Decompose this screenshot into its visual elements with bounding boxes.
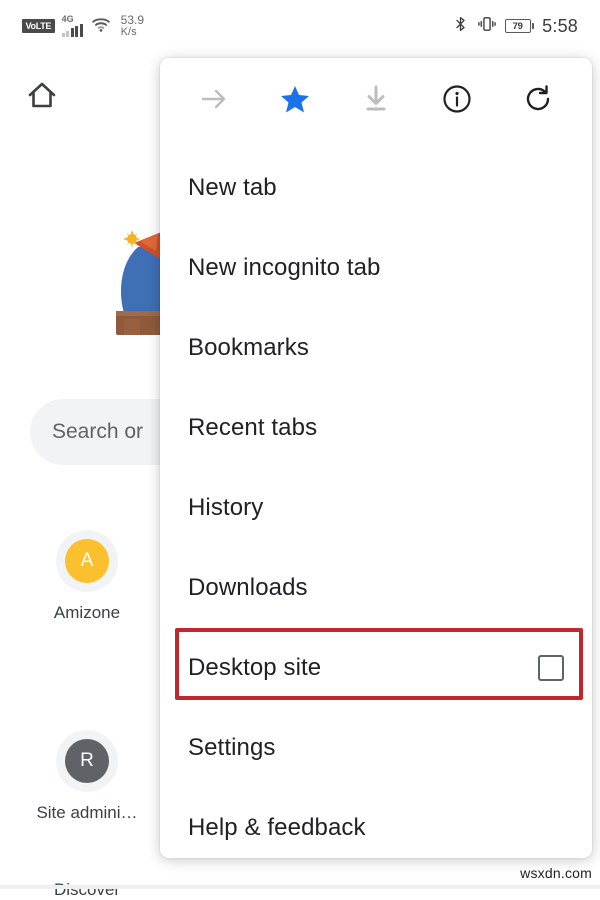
shortcut-amizone[interactable]: A Amizone	[27, 530, 147, 623]
menu-item-new-incognito-tab[interactable]: New incognito tab	[160, 228, 592, 308]
network-generation-label: 4G	[61, 14, 74, 24]
status-bar: VoLTE 4G 53.9 K/s 79 5:58	[0, 0, 600, 52]
clock: 5:58	[542, 15, 578, 36]
volte-icon: VoLTE	[22, 19, 55, 33]
menu-item-downloads[interactable]: Downloads	[160, 548, 592, 628]
signal-bar-group	[61, 24, 83, 37]
shortcut-tile: A	[56, 530, 118, 592]
menu-item-label: Settings	[188, 734, 276, 761]
desktop-site-checkbox[interactable]	[538, 655, 564, 681]
menu-item-bookmarks[interactable]: Bookmarks	[160, 308, 592, 388]
bluetooth-icon	[452, 13, 469, 40]
menu-item-label: Recent tabs	[188, 414, 318, 441]
forward-arrow-icon[interactable]	[188, 73, 240, 125]
status-bar-right: 79 5:58	[452, 13, 578, 40]
info-circle-icon[interactable]	[431, 73, 483, 125]
wifi-icon	[90, 13, 112, 40]
menu-item-label: History	[188, 494, 264, 521]
discover-heading: Discover	[53, 880, 121, 899]
star-icon[interactable]	[269, 73, 321, 125]
menu-item-label: Desktop site	[188, 654, 322, 681]
watermark: wsxdn.com	[520, 865, 592, 881]
network-speed-indicator: 53.9 K/s	[121, 14, 144, 38]
menu-item-help-and-feedback[interactable]: Help & feedback	[160, 788, 592, 858]
menu-item-label: Bookmarks	[188, 334, 309, 361]
menu-item-history[interactable]: History	[160, 468, 592, 548]
avatar: A	[65, 539, 109, 583]
menu-item-label: Downloads	[188, 574, 308, 601]
menu-item-list: New tab New incognito tab Bookmarks Rece…	[160, 140, 592, 858]
shortcut-label: Site admini…	[36, 803, 138, 822]
chrome-overflow-menu: New tab New incognito tab Bookmarks Rece…	[160, 58, 592, 858]
shortcut-label: Amizone	[53, 603, 121, 622]
menu-item-new-tab[interactable]: New tab	[160, 148, 592, 228]
vibrate-icon	[477, 13, 497, 40]
menu-item-desktop-site[interactable]: Desktop site	[160, 628, 592, 708]
shortcut-site-administration[interactable]: R Site admini…	[27, 730, 147, 823]
reload-icon[interactable]	[512, 73, 564, 125]
menu-toolbar	[160, 58, 592, 140]
status-bar-left: VoLTE 4G 53.9 K/s	[22, 13, 144, 40]
download-icon[interactable]	[350, 73, 402, 125]
signal-bars-icon: 4G	[61, 14, 83, 37]
battery-level: 79	[512, 20, 523, 32]
network-speed-value: 53.9	[120, 12, 145, 27]
shortcut-tile: R	[56, 730, 118, 792]
bottom-divider	[0, 885, 600, 889]
home-icon[interactable]	[25, 78, 59, 112]
avatar: R	[65, 739, 109, 783]
menu-item-settings[interactable]: Settings	[160, 708, 592, 788]
menu-item-label: New tab	[188, 174, 277, 201]
menu-item-label: Help & feedback	[188, 814, 366, 841]
battery-icon: 79	[504, 19, 535, 33]
search-placeholder: Search or	[52, 420, 144, 443]
menu-item-recent-tabs[interactable]: Recent tabs	[160, 388, 592, 468]
network-speed-unit: K/s	[120, 25, 137, 38]
menu-item-label: New incognito tab	[188, 254, 381, 281]
